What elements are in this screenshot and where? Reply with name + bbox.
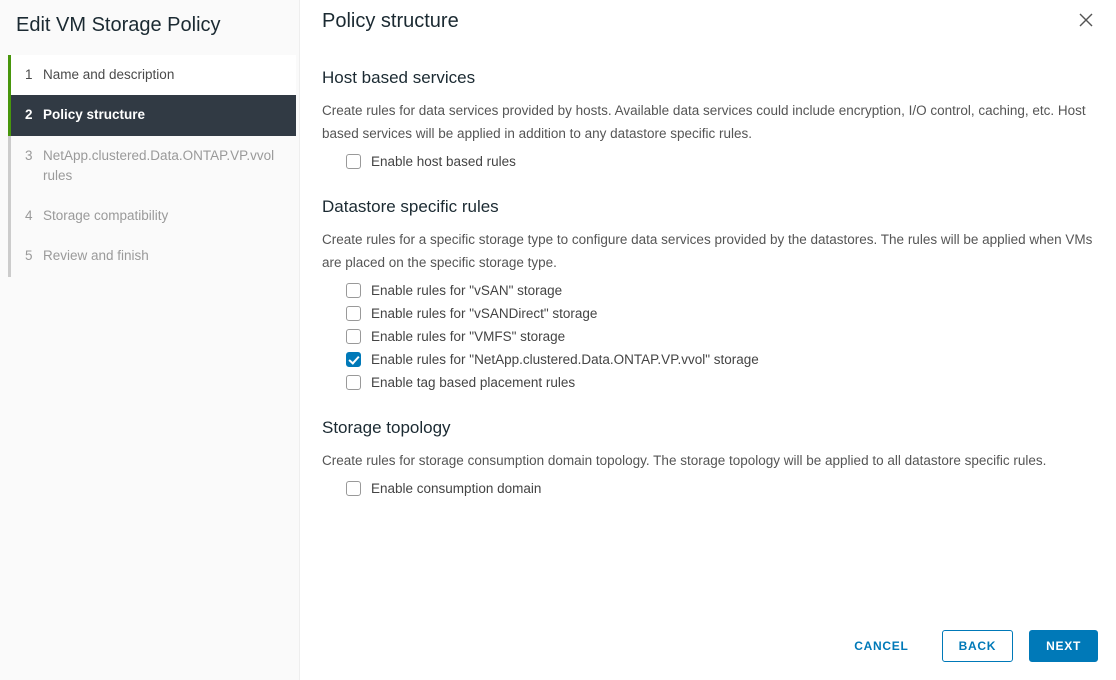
checkbox-enable-vsandirect-storage[interactable]: Enable rules for "vSANDirect" storage xyxy=(346,306,1094,321)
step-name-and-description[interactable]: 1 Name and description xyxy=(8,55,296,95)
checkbox-enable-tag-based-placement[interactable]: Enable tag based placement rules xyxy=(346,375,1094,390)
step-policy-structure[interactable]: 2 Policy structure xyxy=(8,95,296,135)
checkbox-icon xyxy=(346,283,361,298)
section-datastore-specific-rules: Datastore specific rules Create rules fo… xyxy=(322,197,1094,390)
checkbox-icon xyxy=(346,154,361,169)
content-area: Host based services Create rules for dat… xyxy=(300,34,1116,616)
checkbox-label: Enable consumption domain xyxy=(371,481,541,496)
checkbox-enable-netapp-vvol-storage[interactable]: Enable rules for "NetApp.clustered.Data.… xyxy=(346,352,1094,367)
checkbox-label: Enable rules for "vSAN" storage xyxy=(371,283,562,298)
back-button[interactable]: BACK xyxy=(942,630,1014,662)
next-button[interactable]: NEXT xyxy=(1029,630,1098,662)
cancel-button[interactable]: CANCEL xyxy=(837,630,925,662)
wizard-sidebar: Edit VM Storage Policy 1 Name and descri… xyxy=(0,0,300,680)
checkbox-icon xyxy=(346,329,361,344)
section-description: Create rules for a specific storage type… xyxy=(322,229,1094,275)
topology-options: Enable consumption domain xyxy=(322,481,1094,496)
step-label: Policy structure xyxy=(43,105,282,125)
checkbox-enable-host-based-rules[interactable]: Enable host based rules xyxy=(346,154,1094,169)
section-description: Create rules for storage consumption dom… xyxy=(322,450,1094,473)
edit-vm-storage-policy-dialog: Edit VM Storage Policy 1 Name and descri… xyxy=(0,0,1116,680)
step-number: 2 xyxy=(25,105,43,125)
step-label: NetApp.clustered.Data.ONTAP.VP.vvol rule… xyxy=(43,146,282,187)
step-number: 4 xyxy=(25,206,43,226)
host-options: Enable host based rules xyxy=(322,154,1094,169)
step-label: Storage compatibility xyxy=(43,206,282,226)
checkbox-icon xyxy=(346,352,361,367)
checkbox-label: Enable rules for "VMFS" storage xyxy=(371,329,565,344)
main-panel: Policy structure Host based services Cre… xyxy=(300,0,1116,680)
wizard-title: Edit VM Storage Policy xyxy=(0,10,299,55)
section-host-based-services: Host based services Create rules for dat… xyxy=(322,68,1094,169)
step-label: Name and description xyxy=(43,65,282,85)
close-icon[interactable] xyxy=(1072,10,1094,34)
datastore-options: Enable rules for "vSAN" storage Enable r… xyxy=(322,283,1094,390)
checkbox-icon xyxy=(346,481,361,496)
main-header: Policy structure xyxy=(300,0,1116,34)
checkbox-label: Enable rules for "vSANDirect" storage xyxy=(371,306,597,321)
checkbox-label: Enable host based rules xyxy=(371,154,516,169)
section-storage-topology: Storage topology Create rules for storag… xyxy=(322,418,1094,496)
checkbox-label: Enable rules for "NetApp.clustered.Data.… xyxy=(371,352,759,367)
step-netapp-vvol-rules[interactable]: 3 NetApp.clustered.Data.ONTAP.VP.vvol ru… xyxy=(8,136,296,197)
checkbox-enable-consumption-domain[interactable]: Enable consumption domain xyxy=(346,481,1094,496)
step-number: 3 xyxy=(25,146,43,166)
dialog-footer: CANCEL BACK NEXT xyxy=(300,616,1116,680)
step-number: 5 xyxy=(25,246,43,266)
checkbox-label: Enable tag based placement rules xyxy=(371,375,575,390)
step-review-and-finish[interactable]: 5 Review and finish xyxy=(8,236,296,276)
section-description: Create rules for data services provided … xyxy=(322,100,1094,146)
close-icon-svg xyxy=(1078,12,1094,28)
section-heading: Host based services xyxy=(322,68,1094,88)
step-storage-compatibility[interactable]: 4 Storage compatibility xyxy=(8,196,296,236)
step-label: Review and finish xyxy=(43,246,282,266)
section-heading: Datastore specific rules xyxy=(322,197,1094,217)
checkbox-icon xyxy=(346,375,361,390)
checkbox-enable-vsan-storage[interactable]: Enable rules for "vSAN" storage xyxy=(346,283,1094,298)
section-heading: Storage topology xyxy=(322,418,1094,438)
wizard-steps: 1 Name and description 2 Policy structur… xyxy=(8,55,299,277)
checkbox-icon xyxy=(346,306,361,321)
step-number: 1 xyxy=(25,65,43,85)
page-title: Policy structure xyxy=(322,10,459,33)
checkbox-enable-vmfs-storage[interactable]: Enable rules for "VMFS" storage xyxy=(346,329,1094,344)
